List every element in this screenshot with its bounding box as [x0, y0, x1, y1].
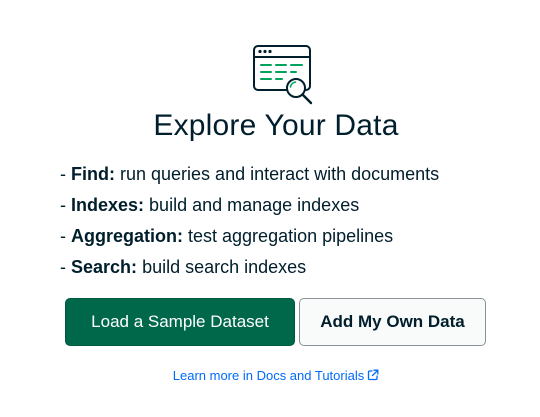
feature-description: build and manage indexes: [149, 195, 360, 215]
feature-description: test aggregation pipelines: [188, 226, 394, 246]
learn-more-link[interactable]: Learn more in Docs and Tutorials: [0, 367, 540, 385]
explore-data-panel: Explore Your Data - Find: run queries an…: [0, 0, 540, 417]
feature-description: build search indexes: [142, 257, 307, 277]
feature-item-indexes: - Indexes: build and manage indexes: [60, 195, 360, 215]
external-link-icon: [368, 369, 379, 381]
feature-term: Aggregation:: [71, 226, 183, 246]
feature-item-search: - Search: build search indexes: [60, 257, 307, 277]
feature-term: Indexes:: [71, 195, 145, 215]
feature-list: - Find: run queries and interact with do…: [60, 159, 439, 283]
page-title: Explore Your Data: [153, 109, 399, 142]
feature-item-aggregation: - Aggregation: test aggregation pipeline…: [60, 226, 394, 246]
table-with-magnifier-icon: [253, 45, 313, 105]
feature-term: Search:: [71, 257, 138, 277]
feature-item-find: - Find: run queries and interact with do…: [60, 164, 440, 184]
add-my-own-data-button[interactable]: Add My Own Data: [299, 298, 486, 346]
feature-term: Find:: [71, 164, 115, 184]
feature-description: run queries and interact with documents: [120, 164, 440, 184]
load-sample-dataset-button[interactable]: Load a Sample Dataset: [65, 298, 295, 346]
learn-more-label: Learn more in Docs and Tutorials: [172, 368, 365, 383]
